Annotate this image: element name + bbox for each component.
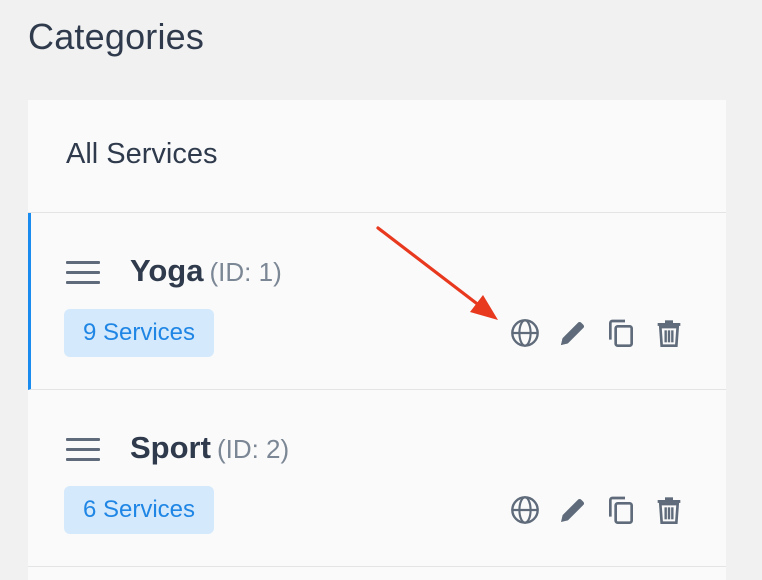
category-name: Yoga <box>130 253 204 288</box>
categories-panel: All Services Yoga (ID: 1) 9 Services Spo… <box>28 100 726 580</box>
services-count-badge[interactable]: 6 Services <box>64 486 214 534</box>
trash-icon[interactable] <box>652 316 686 350</box>
category-title: Sport (ID: 2) <box>130 430 289 466</box>
copy-icon[interactable] <box>604 493 638 527</box>
globe-icon[interactable] <box>508 493 542 527</box>
services-count-badge[interactable]: 9 Services <box>64 309 214 357</box>
pencil-icon[interactable] <box>556 316 590 350</box>
globe-icon[interactable] <box>508 316 542 350</box>
category-title: Yoga (ID: 1) <box>130 253 282 289</box>
pencil-icon[interactable] <box>556 493 590 527</box>
category-row-yoga[interactable]: Yoga (ID: 1) 9 Services <box>28 213 726 390</box>
all-services-label: All Services <box>66 138 218 170</box>
category-row-sport[interactable]: Sport (ID: 2) 6 Services <box>28 390 726 567</box>
drag-handle-icon[interactable] <box>66 438 100 462</box>
category-id: (ID: 1) <box>209 257 282 287</box>
category-actions <box>508 315 686 351</box>
drag-handle-icon[interactable] <box>66 261 100 285</box>
category-id: (ID: 2) <box>216 434 290 464</box>
page-title: Categories <box>28 16 205 57</box>
category-actions <box>508 492 686 528</box>
copy-icon[interactable] <box>604 316 638 350</box>
all-services-item[interactable]: All Services <box>28 100 726 213</box>
trash-icon[interactable] <box>652 493 686 527</box>
category-name: Sport <box>130 430 211 465</box>
